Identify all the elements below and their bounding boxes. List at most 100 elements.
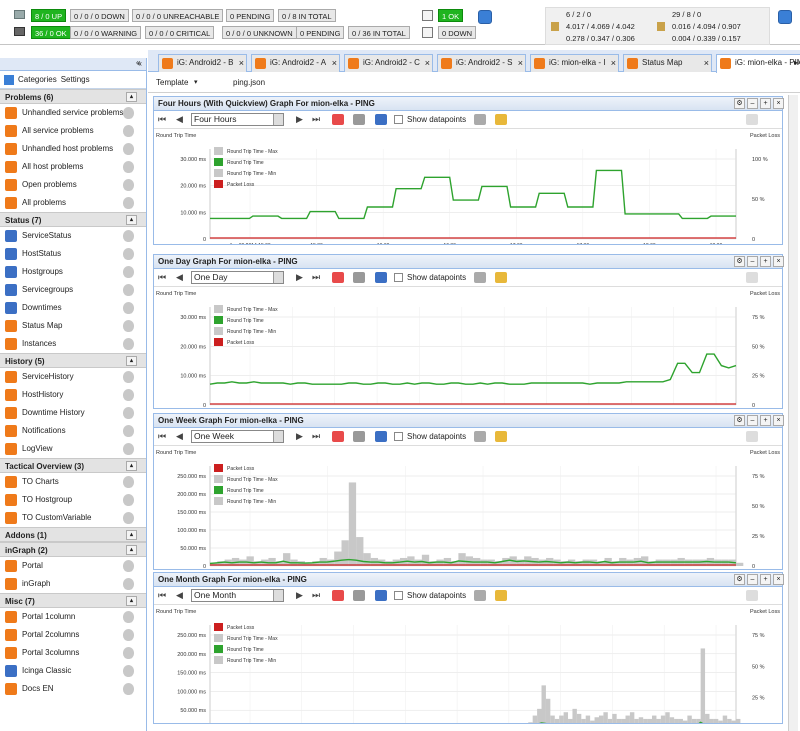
sidebar-item[interactable]: Unhandled service problems [0, 104, 146, 122]
shield-icon[interactable] [123, 425, 134, 437]
gear-icon[interactable]: ⚙ [734, 256, 745, 267]
sidebar-item[interactable]: Open problems [0, 176, 146, 194]
sidebar-item[interactable]: Docs EN [0, 680, 146, 698]
show-datapoints-checkbox[interactable] [394, 115, 403, 124]
shield-icon[interactable] [123, 197, 134, 209]
sidebar-item[interactable]: Portal [0, 557, 146, 575]
sidebar-item[interactable]: All problems [0, 194, 146, 212]
close-icon[interactable]: × [518, 55, 523, 71]
gear-icon[interactable]: ⚙ [734, 98, 745, 109]
sidebar-item[interactable]: ServiceHistory [0, 368, 146, 386]
shield-icon[interactable] [123, 371, 134, 383]
next-icon[interactable]: ▶ [296, 272, 303, 283]
minimize-icon[interactable]: – [747, 415, 758, 426]
sidebar-group-header[interactable]: inGraph (2) ▴ [0, 542, 146, 557]
prev-icon[interactable]: ◀ [176, 431, 183, 442]
shield-icon[interactable] [123, 476, 134, 488]
last-page-icon[interactable]: ⏭ [312, 272, 320, 283]
last-page-icon[interactable]: ⏭ [312, 114, 320, 125]
colors-icon[interactable] [375, 114, 387, 125]
collapse-toggle-icon[interactable]: ▴ [126, 530, 137, 540]
time-range-select[interactable]: One Week [191, 430, 284, 443]
minimize-icon[interactable]: – [747, 574, 758, 585]
instance-ok-badge[interactable]: 1 OK [438, 9, 464, 22]
main-scrollbar[interactable] [788, 95, 798, 731]
comment-icon[interactable] [495, 114, 507, 125]
shield-icon[interactable] [123, 683, 134, 695]
reload-icon[interactable] [353, 272, 365, 283]
next-icon[interactable]: ▶ [296, 590, 303, 601]
next-icon[interactable]: ▶ [296, 431, 303, 442]
sidebar-item[interactable]: Downtimes [0, 299, 146, 317]
reload-icon[interactable] [353, 590, 365, 601]
shield-icon[interactable] [123, 143, 134, 155]
shield-icon[interactable] [123, 611, 134, 623]
sidebar-item[interactable]: ServiceStatus [0, 227, 146, 245]
services-critical-badge[interactable]: 0 / 0 / 0 CRITICAL [145, 26, 215, 39]
sidebar-group-header[interactable]: Problems (6) ▴ [0, 89, 146, 104]
shield-icon[interactable] [123, 443, 134, 455]
calendar-icon[interactable] [332, 590, 344, 601]
shield-icon[interactable] [123, 230, 134, 242]
shield-icon[interactable] [123, 284, 134, 296]
reload-icon[interactable] [353, 114, 365, 125]
tab[interactable]: Status Map × [623, 54, 712, 72]
first-page-icon[interactable]: ⏮ [158, 114, 166, 125]
collapse-toggle-icon[interactable]: ▴ [126, 356, 137, 366]
collapse-toggle-icon[interactable]: ▴ [126, 215, 137, 225]
first-page-icon[interactable]: ⏮ [158, 431, 166, 442]
sidebar-item[interactable]: Portal 3columns [0, 644, 146, 662]
sidebar-group-header[interactable]: Misc (7) ▴ [0, 593, 146, 608]
shield-icon[interactable] [123, 647, 134, 659]
shield-icon[interactable] [123, 302, 134, 314]
maximize-icon[interactable]: + [760, 574, 771, 585]
shield-icon[interactable] [123, 629, 134, 641]
sidebar-item[interactable]: LogView [0, 440, 146, 458]
last-page-icon[interactable]: ⏭ [312, 431, 320, 442]
prev-icon[interactable]: ◀ [176, 590, 183, 601]
last-page-icon[interactable]: ⏭ [312, 590, 320, 601]
settings-icon[interactable] [474, 114, 486, 125]
sidebar-item[interactable]: Downtime History [0, 404, 146, 422]
collapse-toggle-icon[interactable]: ▴ [126, 545, 137, 555]
sidebar-item[interactable]: Unhandled host problems [0, 140, 146, 158]
export-icon[interactable] [746, 114, 758, 125]
tab[interactable]: iG: mion-elka - I × [530, 54, 619, 72]
sidebar-group-header[interactable]: History (5) ▴ [0, 353, 146, 368]
sidebar-item[interactable]: HostHistory [0, 386, 146, 404]
close-icon[interactable]: × [239, 55, 244, 71]
colors-icon[interactable] [375, 590, 387, 601]
sidebar-item[interactable]: All service problems [0, 122, 146, 140]
shield-icon[interactable] [123, 665, 134, 677]
shield-icon[interactable] [123, 389, 134, 401]
comment-icon[interactable] [495, 590, 507, 601]
export-icon[interactable] [746, 590, 758, 601]
refresh-icon[interactable] [478, 10, 492, 24]
services-total-badge[interactable]: 0 / 36 IN TOTAL [348, 26, 410, 39]
settings-button[interactable]: Settings [61, 75, 90, 84]
calendar-icon[interactable] [332, 114, 344, 125]
comment-icon[interactable] [495, 272, 507, 283]
export-icon[interactable] [746, 431, 758, 442]
tab[interactable]: iG: Android2 - A × [251, 54, 340, 72]
shield-icon[interactable] [123, 494, 134, 506]
tab[interactable]: iG: Android2 - C × [344, 54, 433, 72]
time-range-select[interactable]: One Day [191, 271, 284, 284]
maximize-icon[interactable]: + [760, 415, 771, 426]
refresh-icon[interactable] [778, 10, 792, 24]
sidebar-item[interactable]: Portal 1column [0, 608, 146, 626]
sidebar-item[interactable]: HostStatus [0, 245, 146, 263]
template-menu[interactable]: Template [156, 78, 188, 87]
sidebar-item[interactable]: Status Map [0, 317, 146, 335]
minimize-icon[interactable]: – [747, 256, 758, 267]
close-icon[interactable]: × [332, 55, 337, 71]
services-pending-badge[interactable]: 0 PENDING [296, 26, 345, 39]
sidebar-item[interactable]: TO CustomVariable [0, 509, 146, 527]
close-icon[interactable]: × [773, 574, 784, 585]
colors-icon[interactable] [375, 272, 387, 283]
sidebar-item[interactable]: TO Charts [0, 473, 146, 491]
tab[interactable]: iG: mion-elka - PING× [716, 54, 800, 73]
hosts-up-badge[interactable]: 8 / 0 UP [31, 9, 67, 22]
maximize-icon[interactable]: + [760, 256, 771, 267]
show-datapoints-checkbox[interactable] [394, 591, 403, 600]
